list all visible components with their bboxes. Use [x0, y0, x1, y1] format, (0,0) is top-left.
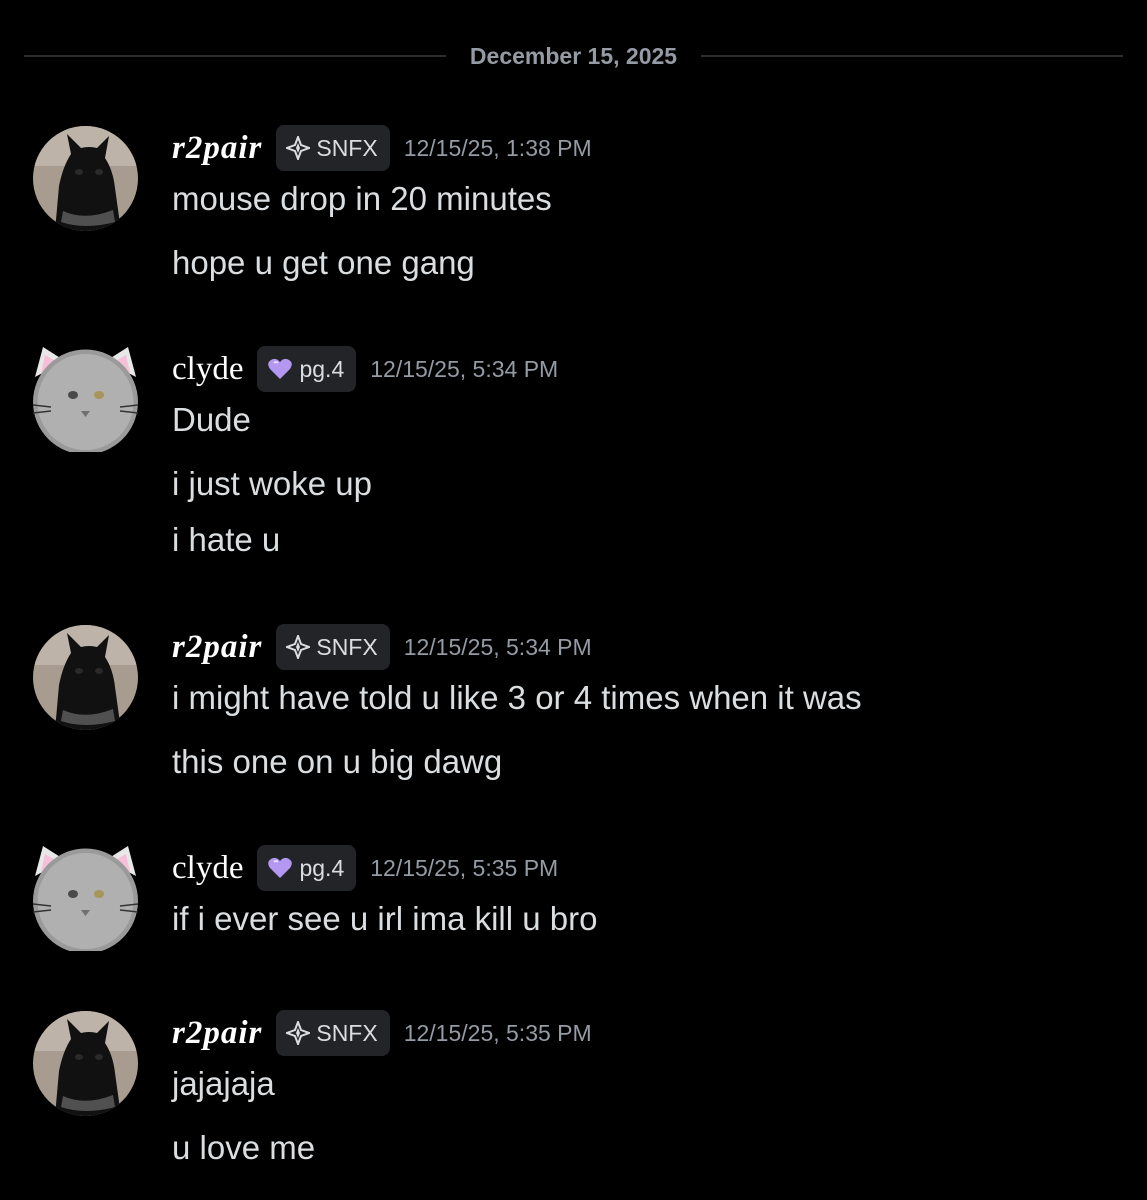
- clan-tag-label: SNFX: [316, 633, 378, 660]
- avatar-r2pair[interactable]: [33, 126, 138, 231]
- heart-icon: [267, 357, 293, 381]
- clan-tag[interactable]: pg.4: [257, 346, 357, 392]
- message-text: mouse drop in 20 minutes: [172, 180, 552, 217]
- avatar-r2pair[interactable]: [33, 625, 138, 730]
- gray-cat-avatar-icon: [33, 347, 138, 452]
- message-text: i hate u: [172, 521, 281, 558]
- avatar-clyde[interactable]: [33, 347, 138, 452]
- clan-tag[interactable]: SNFX: [276, 125, 390, 171]
- diamond-icon: [286, 136, 311, 160]
- message-text: i just woke up: [172, 465, 372, 502]
- avatar-r2pair[interactable]: [33, 1011, 138, 1116]
- username[interactable]: r2pair: [172, 629, 262, 666]
- date-divider-label: December 15, 2025: [469, 42, 678, 69]
- timestamp: 12/15/25, 5:34 PM: [370, 355, 559, 382]
- clan-tag-label: pg.4: [299, 854, 345, 881]
- message-header: clyde pg.4 12/15/25, 5:34 PM: [172, 346, 559, 392]
- message-text: this one on u big dawg: [172, 743, 503, 780]
- clan-tag[interactable]: SNFX: [276, 1010, 390, 1056]
- clan-tag-label: SNFX: [316, 134, 378, 161]
- black-cat-avatar-icon: [33, 625, 138, 730]
- clan-tag[interactable]: pg.4: [257, 845, 357, 891]
- clan-tag-label: SNFX: [316, 1019, 378, 1046]
- timestamp: 12/15/25, 5:34 PM: [403, 633, 592, 660]
- gray-cat-avatar-icon: [33, 846, 138, 951]
- diamond-icon: [286, 635, 311, 659]
- username[interactable]: clyde: [172, 351, 243, 388]
- message-header: r2pair SNFX 12/15/25, 5:35 PM: [172, 1010, 592, 1056]
- avatar-clyde[interactable]: [33, 846, 138, 951]
- username[interactable]: r2pair: [172, 130, 262, 167]
- message-text: jajajaja: [172, 1065, 275, 1102]
- heart-icon: [267, 856, 293, 880]
- message-text: Dude: [172, 401, 251, 438]
- timestamp: 12/15/25, 5:35 PM: [403, 1019, 592, 1046]
- timestamp: 12/15/25, 5:35 PM: [370, 854, 559, 881]
- black-cat-avatar-icon: [33, 126, 138, 231]
- username[interactable]: clyde: [172, 850, 243, 887]
- clan-tag-label: pg.4: [299, 355, 345, 382]
- message-text: if i ever see u irl ima kill u bro: [172, 900, 598, 937]
- message-text: u love me: [172, 1129, 316, 1166]
- message-header: r2pair SNFX 12/15/25, 1:38 PM: [172, 125, 592, 171]
- divider-line-right: [701, 55, 1123, 57]
- message-text: i might have told u like 3 or 4 times wh…: [172, 679, 862, 716]
- timestamp: 12/15/25, 1:38 PM: [403, 134, 592, 161]
- diamond-icon: [286, 1021, 311, 1045]
- black-cat-avatar-icon: [33, 1011, 138, 1116]
- message-text: hope u get one gang: [172, 244, 475, 281]
- clan-tag[interactable]: SNFX: [276, 624, 390, 670]
- date-divider: December 15, 2025: [24, 36, 1123, 76]
- message-header: r2pair SNFX 12/15/25, 5:34 PM: [172, 624, 592, 670]
- message-header: clyde pg.4 12/15/25, 5:35 PM: [172, 845, 559, 891]
- divider-line-left: [24, 55, 446, 57]
- username[interactable]: r2pair: [172, 1015, 262, 1052]
